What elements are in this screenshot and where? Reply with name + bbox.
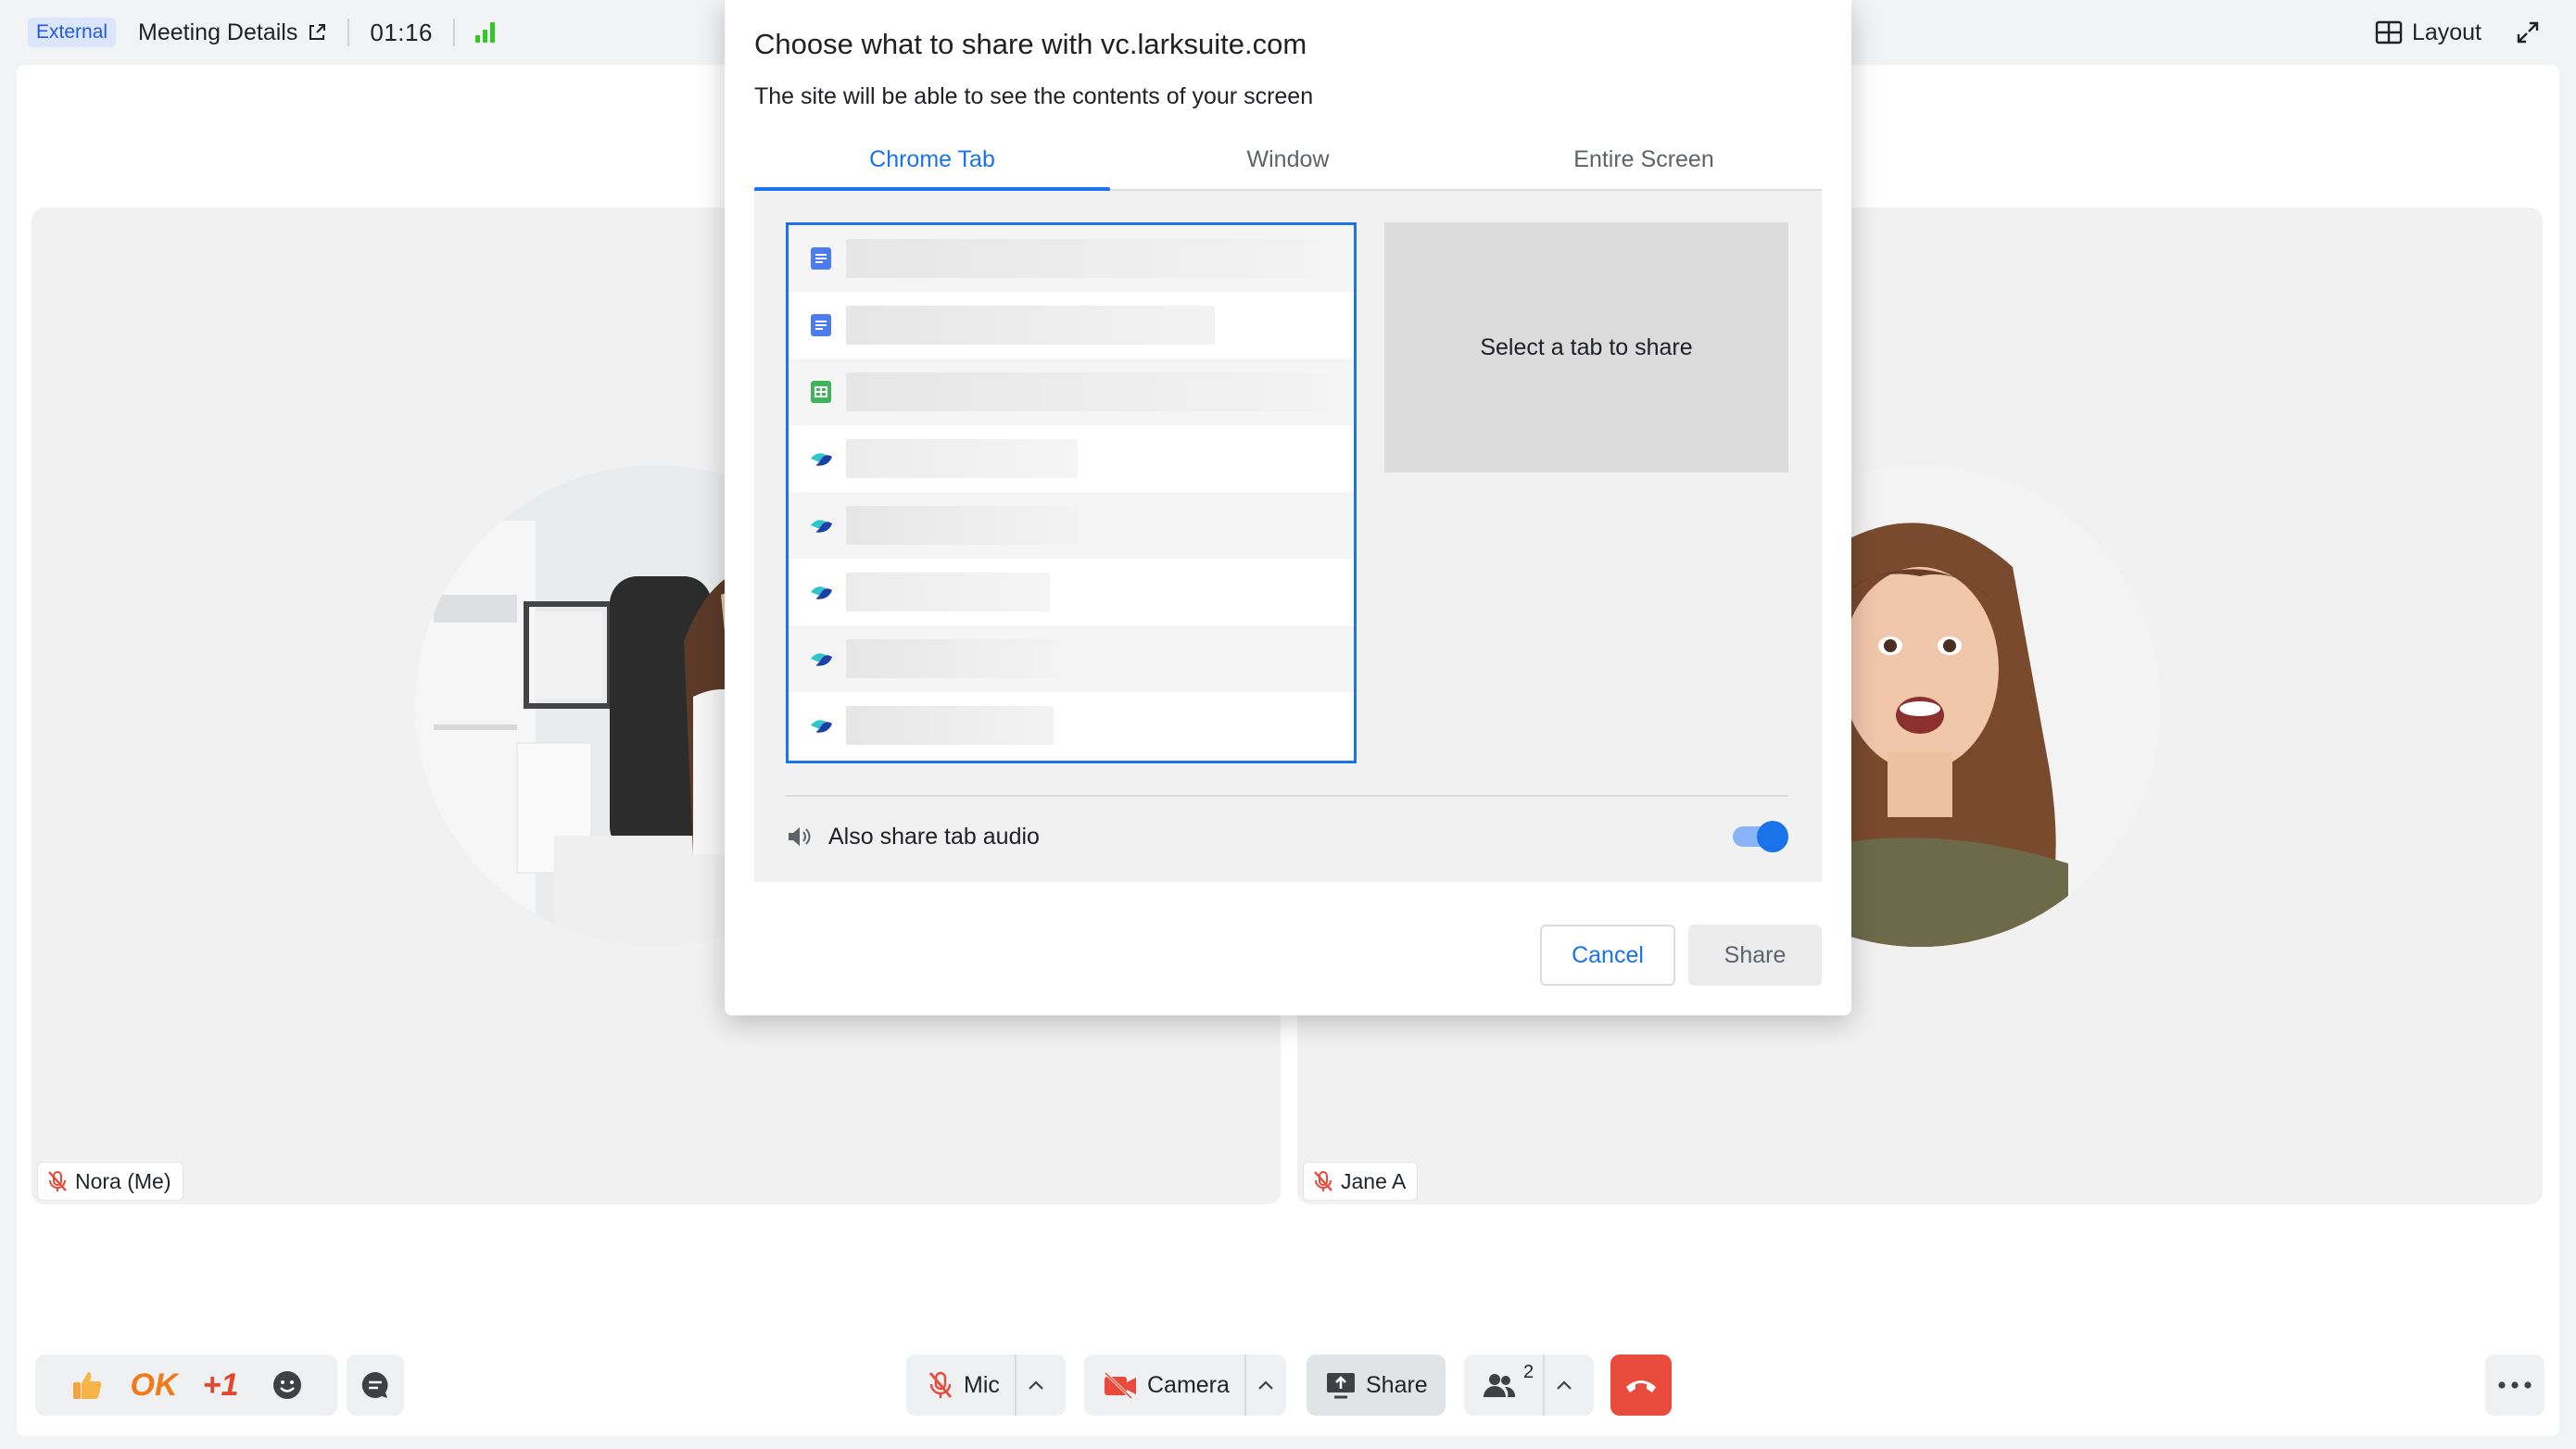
chevron-up-icon (1557, 1380, 1572, 1390)
tab-title-redacted (846, 573, 1050, 611)
more-options-button[interactable] (2485, 1354, 2544, 1416)
reactions-bar: OK +1 (35, 1354, 337, 1416)
tab-title-redacted (846, 706, 1054, 745)
share-preview: Select a tab to share (1384, 222, 1788, 472)
lark-icon (809, 580, 833, 604)
meeting-app: External Meeting Details 01:16 Layout No… (0, 0, 2576, 1449)
participants-control: 2 (1464, 1354, 1594, 1416)
list-item[interactable] (789, 625, 1354, 692)
emoji-picker-button[interactable] (254, 1354, 321, 1416)
hang-up-icon (1626, 1380, 1656, 1392)
mic-options-button[interactable] (1014, 1354, 1055, 1416)
share-audio-row: Also share tab audio (786, 813, 1788, 860)
share-out-icon (309, 24, 326, 40)
ok-reaction[interactable]: OK (120, 1354, 187, 1416)
layout-label: Layout (2411, 19, 2481, 45)
participant-count: 2 (1523, 1361, 1534, 1382)
list-item[interactable] (789, 225, 1354, 292)
divider (786, 795, 1788, 797)
speaker-icon (789, 827, 811, 846)
docs-icon (809, 246, 833, 271)
more-horizontal-icon (2498, 1381, 2532, 1389)
thumbs-up-icon (73, 1372, 102, 1399)
share-button[interactable]: Share (1688, 925, 1822, 986)
lark-icon (809, 647, 833, 671)
external-badge: External (28, 18, 117, 47)
share-audio-toggle[interactable] (1733, 821, 1788, 852)
tab-title-redacted (846, 239, 1320, 278)
lark-icon (809, 447, 833, 471)
leave-meeting-button[interactable] (1610, 1354, 1672, 1416)
share-label: Share (1366, 1371, 1428, 1398)
meeting-details-label: Meeting Details (138, 19, 298, 45)
camera-options-button[interactable] (1244, 1354, 1285, 1416)
docs-icon (809, 313, 833, 337)
lark-icon (809, 513, 833, 537)
chrome-tab-list[interactable] (786, 222, 1357, 763)
participant-name-tag: Nora (Me) (37, 1162, 183, 1201)
participant-name-tag: Jane A (1303, 1162, 1419, 1201)
layout-grid-icon (2375, 20, 2403, 44)
chat-bubble-icon (361, 1371, 388, 1398)
smiley-icon (273, 1371, 301, 1399)
toggle-knob (1757, 821, 1788, 852)
mic-muted-icon (928, 1371, 953, 1398)
camera-button[interactable]: Camera (1103, 1371, 1230, 1399)
cancel-button[interactable]: Cancel (1540, 925, 1675, 986)
participant-name: Nora (Me) (75, 1168, 171, 1193)
plus-one-reaction[interactable]: +1 (187, 1354, 254, 1416)
mic-label: Mic (964, 1371, 1000, 1398)
participant-name: Jane A (1341, 1168, 1407, 1193)
list-item[interactable] (789, 425, 1354, 492)
lark-icon (809, 713, 833, 737)
meeting-timer: 01:16 (370, 18, 433, 46)
chat-button[interactable] (347, 1354, 404, 1416)
share-screen-icon (1327, 1373, 1355, 1399)
camera-label: Camera (1147, 1371, 1230, 1398)
list-item[interactable] (789, 692, 1354, 759)
thumbs-up-reaction[interactable] (54, 1354, 120, 1416)
preview-placeholder: Select a tab to share (1480, 334, 1693, 360)
tab-title-redacted (846, 306, 1215, 345)
participants-options-button[interactable] (1543, 1354, 1584, 1416)
layout-button[interactable]: Layout (2375, 19, 2481, 46)
bottom-toolbar: OK +1 Mic Camera Share 2 (17, 1354, 2559, 1419)
tab-title-redacted (846, 372, 1328, 411)
mic-muted-icon (1314, 1171, 1332, 1191)
meeting-details-link[interactable]: Meeting Details (138, 19, 327, 46)
tab-title-redacted (846, 506, 1078, 545)
tab-window[interactable]: Window (1110, 130, 1466, 189)
divider (347, 19, 350, 46)
list-item[interactable] (789, 559, 1354, 625)
fullscreen-icon[interactable] (2515, 19, 2541, 45)
sheets-icon (809, 380, 833, 404)
share-panel: Select a tab to share Also share tab aud… (754, 191, 1822, 882)
camera-control: Camera (1084, 1354, 1286, 1416)
share-source-tabs: Chrome Tab Window Entire Screen (754, 130, 1822, 191)
chevron-up-icon (1258, 1380, 1273, 1390)
share-button-content: Share (1325, 1371, 1428, 1399)
dialog-title: Choose what to share with vc.larksuite.c… (754, 28, 1307, 60)
mic-muted-icon (48, 1171, 67, 1191)
divider (452, 19, 455, 46)
tab-title-redacted (846, 639, 1059, 678)
tab-title-redacted (846, 439, 1078, 478)
chevron-up-icon (1029, 1380, 1043, 1390)
network-signal-icon (474, 22, 495, 43)
tab-chrome-tab[interactable]: Chrome Tab (754, 130, 1110, 191)
share-audio-label: Also share tab audio (828, 823, 1040, 850)
dialog-subtitle: The site will be able to see the content… (754, 83, 1314, 109)
share-picker-dialog: Choose what to share with vc.larksuite.c… (725, 0, 1851, 1015)
camera-off-icon (1104, 1371, 1136, 1399)
mic-button[interactable]: Mic (927, 1370, 1000, 1400)
share-screen-button[interactable]: Share (1307, 1354, 1446, 1416)
tab-entire-screen[interactable]: Entire Screen (1466, 130, 1822, 189)
list-item[interactable] (789, 359, 1354, 425)
participants-icon (1484, 1374, 1516, 1397)
participants-button[interactable]: 2 (1483, 1362, 1534, 1399)
mic-control: Mic (906, 1354, 1066, 1416)
list-item[interactable] (789, 492, 1354, 559)
list-item[interactable] (789, 292, 1354, 359)
